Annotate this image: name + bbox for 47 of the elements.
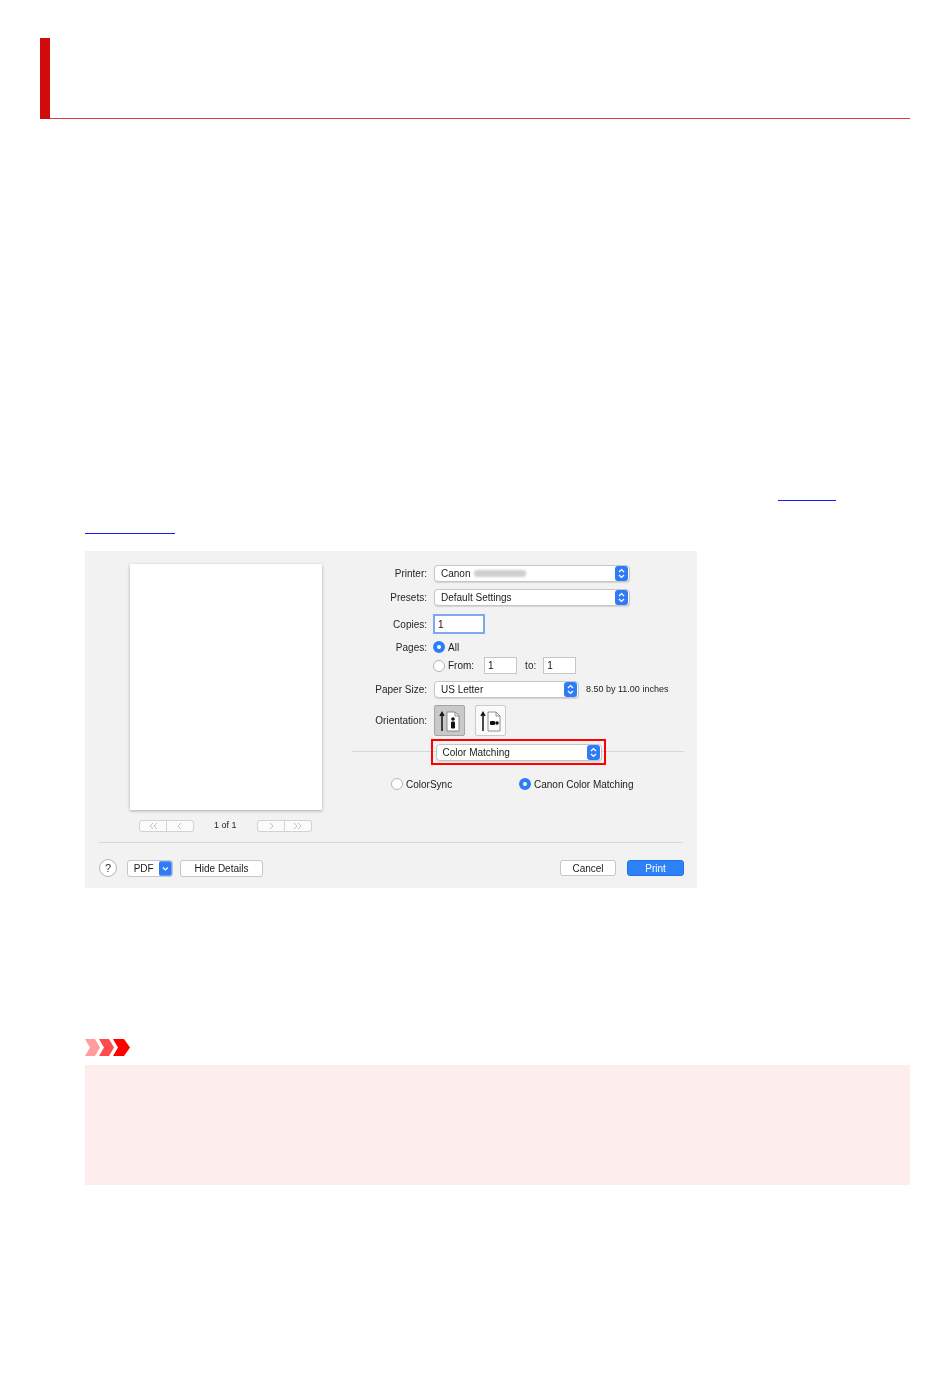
radio-button[interactable] <box>433 641 445 653</box>
updown-arrows-icon <box>586 744 600 760</box>
landscape-button[interactable] <box>475 705 506 736</box>
link-underline[interactable] <box>778 500 836 501</box>
printer-name: Canon <box>441 567 471 581</box>
chevron-down-icon <box>159 860 172 876</box>
presets-value: Default Settings <box>441 591 512 605</box>
page-with-figure-icon <box>438 709 461 732</box>
radio-button[interactable] <box>433 659 445 672</box>
radio-label[interactable]: Canon Color Matching <box>534 776 634 792</box>
hide-details-button[interactable]: Hide Details <box>180 859 263 877</box>
link-underline[interactable] <box>85 533 175 534</box>
radio-label[interactable]: From: <box>448 658 475 673</box>
field-label: Printer: <box>393 567 427 581</box>
section-menu-value: Color Matching <box>442 745 510 760</box>
radio-button[interactable] <box>391 778 403 790</box>
help-button[interactable]: ? <box>99 859 117 877</box>
input-field[interactable]: 1 <box>543 657 577 674</box>
paper-dimensions: 8.50 by 11.00 inches <box>586 682 669 696</box>
radio-label[interactable]: ColorSync <box>406 776 453 792</box>
popup-menu[interactable]: Default Settings <box>434 589 630 606</box>
input-field[interactable]: 1 <box>484 657 518 674</box>
page-counter: 1 of 1 <box>214 819 237 832</box>
updown-arrows-icon <box>564 682 577 697</box>
radio-label[interactable]: All <box>448 639 460 655</box>
popup-menu[interactable]: Color Matching <box>435 743 602 761</box>
field-label: Pages: <box>394 640 427 655</box>
updown-arrows-icon <box>615 566 628 581</box>
radio-button[interactable] <box>519 778 531 790</box>
field-label: Presets: <box>389 591 427 605</box>
field-label: Paper Size: <box>374 683 427 697</box>
field-label: Copies: <box>392 617 427 632</box>
portrait-button[interactable] <box>434 705 465 736</box>
double-chevron-right-icon <box>292 821 303 830</box>
cancel-button[interactable]: Cancel <box>560 860 616 876</box>
pdf-button[interactable]: PDF <box>127 859 173 877</box>
paper-size-value: US Letter <box>441 683 484 697</box>
page-with-figure-icon <box>479 709 502 732</box>
popup-menu[interactable]: Canon <box>434 565 630 582</box>
input-field[interactable]: 1 <box>433 614 485 634</box>
field-label: Orientation: <box>374 714 427 728</box>
double-chevron-left-icon <box>148 821 158 830</box>
updown-arrows-icon <box>615 590 628 605</box>
print-button[interactable]: Print <box>627 860 684 876</box>
field-label: to: <box>525 659 537 673</box>
triple-chevron-icon <box>85 1039 130 1056</box>
popup-menu[interactable]: US Letter <box>434 681 579 698</box>
